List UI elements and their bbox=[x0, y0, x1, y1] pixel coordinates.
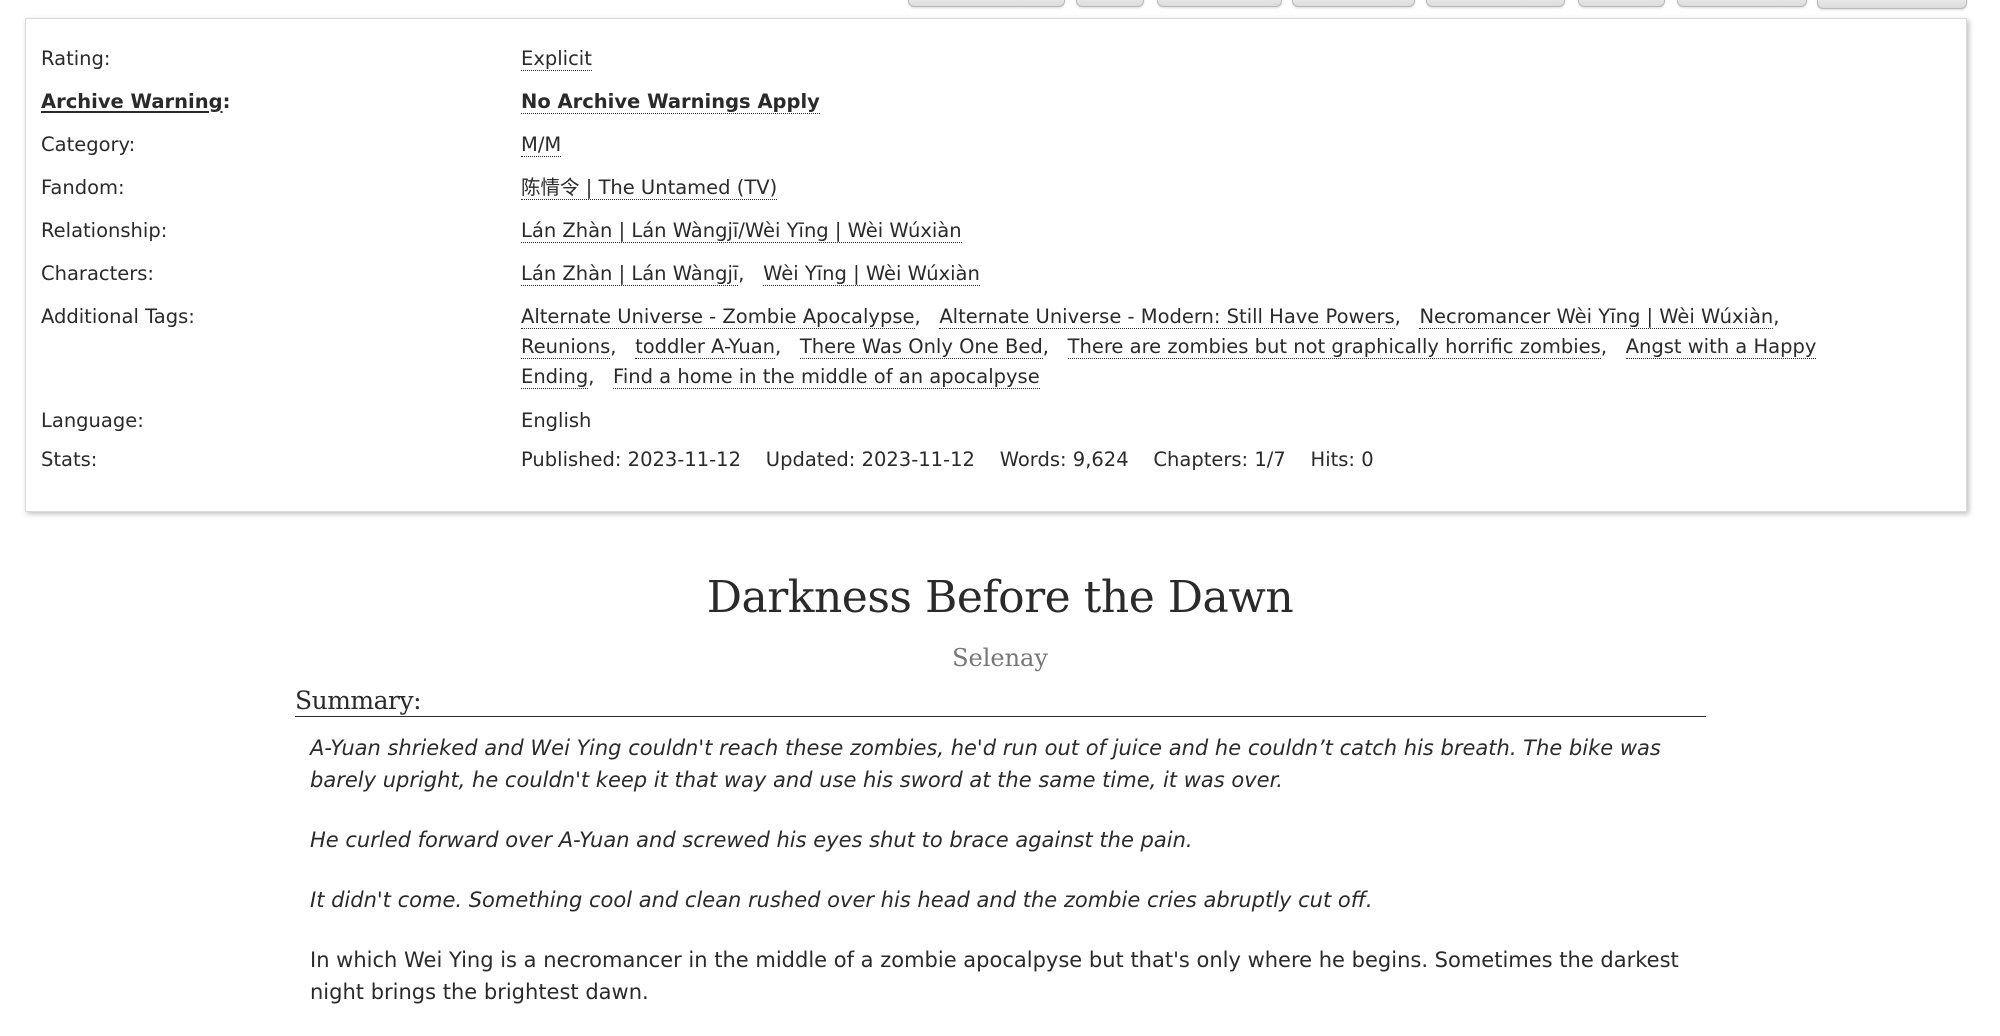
freeform-tag[interactable]: Alternate Universe - Modern: Still Have … bbox=[939, 305, 1395, 329]
category-label: Category: bbox=[41, 133, 136, 156]
summary-text: A-Yuan shrieked and Wei Ying couldn't re… bbox=[310, 732, 1700, 1036]
rating-label: Rating: bbox=[41, 47, 111, 70]
summary-paragraph: It didn't come. Something cool and clean… bbox=[310, 888, 1373, 912]
work-title: Darkness Before the Dawn bbox=[706, 572, 1294, 623]
published-date: 2023-11-12 bbox=[627, 448, 741, 471]
top-nav-button-8[interactable] bbox=[1817, 0, 1967, 9]
top-nav-button-7[interactable] bbox=[1677, 0, 1807, 7]
summary-paragraph: In which Wei Ying is a necromancer in th… bbox=[310, 948, 1679, 1004]
hit-count: 0 bbox=[1361, 448, 1374, 471]
freeform-tag[interactable]: Reunions bbox=[521, 335, 611, 359]
word-count: 9,624 bbox=[1072, 448, 1129, 471]
updated-date: 2023-11-12 bbox=[861, 448, 975, 471]
archive-warning-label[interactable]: Archive Warning: bbox=[41, 87, 230, 117]
characters-label: Characters: bbox=[41, 262, 155, 285]
chapters-label: Chapters: bbox=[1153, 448, 1249, 471]
work-author-link[interactable]: Selenay bbox=[0, 644, 2000, 672]
relationship-tag[interactable]: Lán Zhàn | Lán Wàngjī/Wèi Yīng | Wèi Wúx… bbox=[521, 219, 962, 243]
published-label: Published: bbox=[521, 448, 622, 471]
language-value: English bbox=[521, 409, 592, 432]
hits-label: Hits: bbox=[1310, 448, 1355, 471]
rating-tag[interactable]: Explicit bbox=[521, 47, 592, 71]
fandom-label: Fandom: bbox=[41, 176, 125, 199]
top-nav-button-3[interactable] bbox=[1157, 0, 1282, 7]
language-label: Language: bbox=[41, 409, 144, 432]
category-tag[interactable]: M/M bbox=[521, 133, 562, 157]
freeform-tag[interactable]: There Was Only One Bed bbox=[799, 335, 1043, 359]
summary-paragraph: He curled forward over A-Yuan and screwe… bbox=[310, 828, 1193, 852]
relationship-label: Relationship: bbox=[41, 219, 168, 242]
stats-label: Stats: bbox=[41, 448, 98, 471]
summary-heading: Summary: bbox=[295, 686, 1706, 717]
freeform-tag[interactable]: Alternate Universe - Zombie Apocalypse bbox=[521, 305, 915, 329]
archive-warning-link[interactable]: Archive Warning bbox=[41, 90, 223, 113]
top-nav-button-1[interactable] bbox=[908, 0, 1065, 7]
character-tag[interactable]: Wèi Yīng | Wèi Wúxiàn bbox=[763, 262, 980, 286]
top-nav-button-2[interactable] bbox=[1076, 0, 1144, 7]
freeform-tag[interactable]: Find a home in the middle of an apocalpy… bbox=[613, 365, 1040, 389]
work-meta-box: Rating: Explicit Archive Warning: No Arc… bbox=[25, 18, 1967, 512]
additional-tags-label: Additional Tags: bbox=[41, 305, 195, 328]
top-nav-button-5[interactable] bbox=[1426, 0, 1565, 7]
words-label: Words: bbox=[999, 448, 1067, 471]
character-tag[interactable]: Lán Zhàn | Lán Wàngjī bbox=[521, 262, 739, 286]
top-nav-button-6[interactable] bbox=[1578, 0, 1665, 7]
archive-warning-tag[interactable]: No Archive Warnings Apply bbox=[521, 90, 820, 114]
freeform-tag[interactable]: There are zombies but not graphically ho… bbox=[1067, 335, 1601, 359]
top-nav-button-4[interactable] bbox=[1292, 0, 1415, 7]
freeform-tag[interactable]: toddler A-Yuan bbox=[635, 335, 776, 359]
summary-paragraph: A-Yuan shrieked and Wei Ying couldn't re… bbox=[310, 736, 1661, 792]
fandom-tag[interactable]: 陈情令 | The Untamed (TV) bbox=[521, 176, 778, 200]
updated-label: Updated: bbox=[765, 448, 856, 471]
freeform-tag[interactable]: Necromancer Wèi Yīng | Wèi Wúxiàn bbox=[1419, 305, 1774, 329]
chapter-count: 1/7 bbox=[1254, 448, 1286, 471]
